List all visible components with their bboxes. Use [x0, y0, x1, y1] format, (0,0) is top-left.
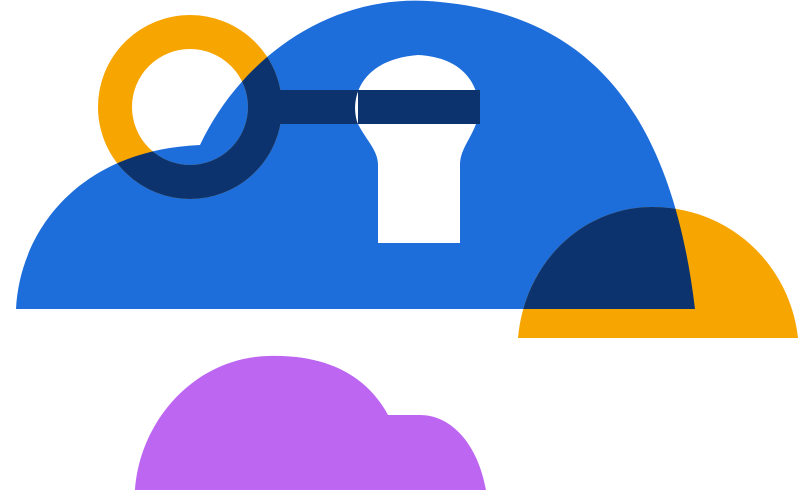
- illustration-canvas: [16, 0, 798, 490]
- security-illustration: [0, 0, 800, 500]
- purple-cloud: [135, 355, 486, 490]
